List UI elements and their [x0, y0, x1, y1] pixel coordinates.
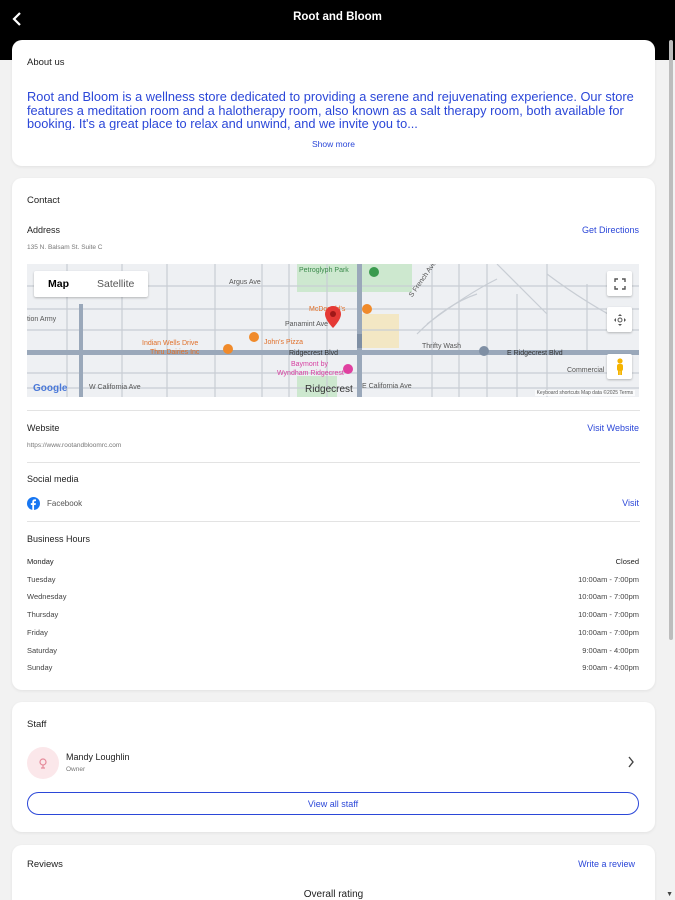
hours-day: Saturday [27, 646, 58, 655]
satellite-tab[interactable]: Satellite [83, 271, 148, 297]
staff-member-row[interactable]: Mandy Loughlin Owner [12, 742, 655, 784]
show-more-link[interactable]: Show more [12, 139, 655, 149]
staff-heading: Staff [27, 719, 47, 730]
view-all-staff-button[interactable]: View all staff [27, 792, 639, 815]
map-label: Commercial [567, 367, 605, 374]
map-label: Baymont by [291, 361, 328, 368]
map-label: Ridgecrest [305, 384, 353, 395]
staff-name: Mandy Loughlin [66, 752, 130, 762]
contact-heading: Contact [27, 195, 60, 206]
divider [27, 410, 640, 411]
hours-time: 9:00am - 4:00pm [582, 646, 639, 655]
hours-day: Wednesday [27, 592, 67, 601]
hours-row: Saturday 9:00am - 4:00pm [27, 646, 639, 658]
fullscreen-icon [613, 277, 626, 290]
restaurant-marker-icon [223, 344, 233, 354]
restaurant-marker-icon [249, 332, 259, 342]
website-url: https://www.rootandbloomrc.com [27, 442, 122, 449]
address-value: 135 N. Balsam St. Suite C [27, 244, 103, 251]
about-card: About us Root and Bloom is a wellness st… [12, 40, 655, 166]
pegman-icon [616, 357, 623, 375]
hours-row: Friday 10:00am - 7:00pm [27, 628, 639, 640]
hours-time: 10:00am - 7:00pm [578, 610, 639, 619]
hours-day: Friday [27, 628, 48, 637]
hours-row: Wednesday 10:00am - 7:00pm [27, 592, 639, 604]
hours-time: 10:00am - 7:00pm [578, 592, 639, 601]
hours-row: Sunday 9:00am - 4:00pm [27, 663, 639, 675]
facebook-icon [27, 497, 40, 510]
map-label: E California Ave [362, 383, 412, 390]
map-label: Ridgecrest Blvd [289, 350, 339, 357]
map-label: Argus Ave [229, 279, 261, 286]
staff-role: Owner [66, 766, 86, 773]
park-marker-icon [369, 267, 379, 277]
divider [27, 521, 640, 522]
divider [27, 462, 640, 463]
page-title: Root and Bloom [293, 11, 382, 23]
map-type-toggle: Map Satellite [34, 271, 149, 297]
map-label: Thru Dairies Inc [150, 349, 200, 356]
reviews-card: Reviews Write a review Overall rating [12, 845, 655, 900]
hours-time: 9:00am - 4:00pm [582, 663, 639, 672]
reviews-heading: Reviews [27, 859, 63, 870]
hours-day: Monday [27, 557, 54, 566]
map-pin-icon[interactable] [325, 306, 341, 328]
hours-time: Closed [615, 557, 639, 566]
address-label: Address [27, 225, 61, 235]
business-hours-label: Business Hours [27, 534, 91, 544]
camera-control-button[interactable] [607, 307, 632, 332]
map-label: Indian Wells Drive [142, 340, 199, 347]
map-attribution[interactable]: Keyboard shortcuts Map data ©2025 Terms [534, 390, 635, 396]
hours-time: 10:00am - 7:00pm [578, 628, 639, 637]
facebook-label: Facebook [47, 499, 83, 508]
map-view[interactable]: Petroglyph Park Argus Ave tion Army Indi… [27, 264, 639, 397]
hours-time: 10:00am - 7:00pm [578, 575, 639, 584]
avatar [27, 747, 59, 779]
website-label: Website [27, 423, 60, 433]
google-logo: Google [33, 383, 68, 394]
laundry-marker-icon [479, 346, 489, 356]
map-label: Petroglyph Park [299, 267, 349, 274]
hours-day: Tuesday [27, 575, 56, 584]
fullscreen-button[interactable] [607, 271, 632, 296]
hours-row: Tuesday 10:00am - 7:00pm [27, 575, 639, 587]
scroll-down-arrow-icon[interactable]: ▼ [666, 891, 673, 898]
camera-control-icon [613, 313, 626, 326]
map-label: Panamint Ave [285, 321, 329, 328]
map-label: John's Pizza [264, 339, 304, 346]
staff-card: Staff Mandy Loughlin Owner View all staf… [12, 702, 655, 832]
map-label: Wyndham Ridgecrest [277, 370, 344, 377]
visit-website-link[interactable]: Visit Website [587, 423, 639, 433]
hours-row: Thursday 10:00am - 7:00pm [27, 610, 639, 622]
chevron-right-icon [628, 756, 634, 768]
hours-day: Sunday [27, 663, 53, 672]
scrollbar[interactable] [669, 40, 673, 640]
hours-day: Thursday [27, 610, 59, 619]
map-label: Thrifty Wash [422, 343, 462, 350]
map-label: tion Army [27, 316, 57, 323]
about-text: Root and Bloom is a wellness store dedic… [27, 90, 634, 130]
hotel-marker-icon [343, 364, 353, 374]
street-view-button[interactable] [607, 354, 632, 379]
visit-social-link[interactable]: Visit [622, 498, 639, 508]
overall-rating-label: Overall rating [303, 889, 364, 900]
map-tab[interactable]: Map [34, 271, 83, 297]
social-media-label: Social media [27, 474, 79, 484]
contact-card: Contact Address 135 N. Balsam St. Suite … [12, 178, 655, 690]
about-heading: About us [27, 57, 65, 68]
get-directions-link[interactable]: Get Directions [582, 225, 639, 235]
hours-row: Monday Closed [27, 557, 639, 569]
restaurant-marker-icon [362, 304, 372, 314]
flower-icon [39, 758, 47, 769]
map-label: W California Ave [89, 384, 141, 391]
map-label: E Ridgecrest Blvd [507, 350, 563, 357]
write-review-link[interactable]: Write a review [578, 859, 635, 869]
